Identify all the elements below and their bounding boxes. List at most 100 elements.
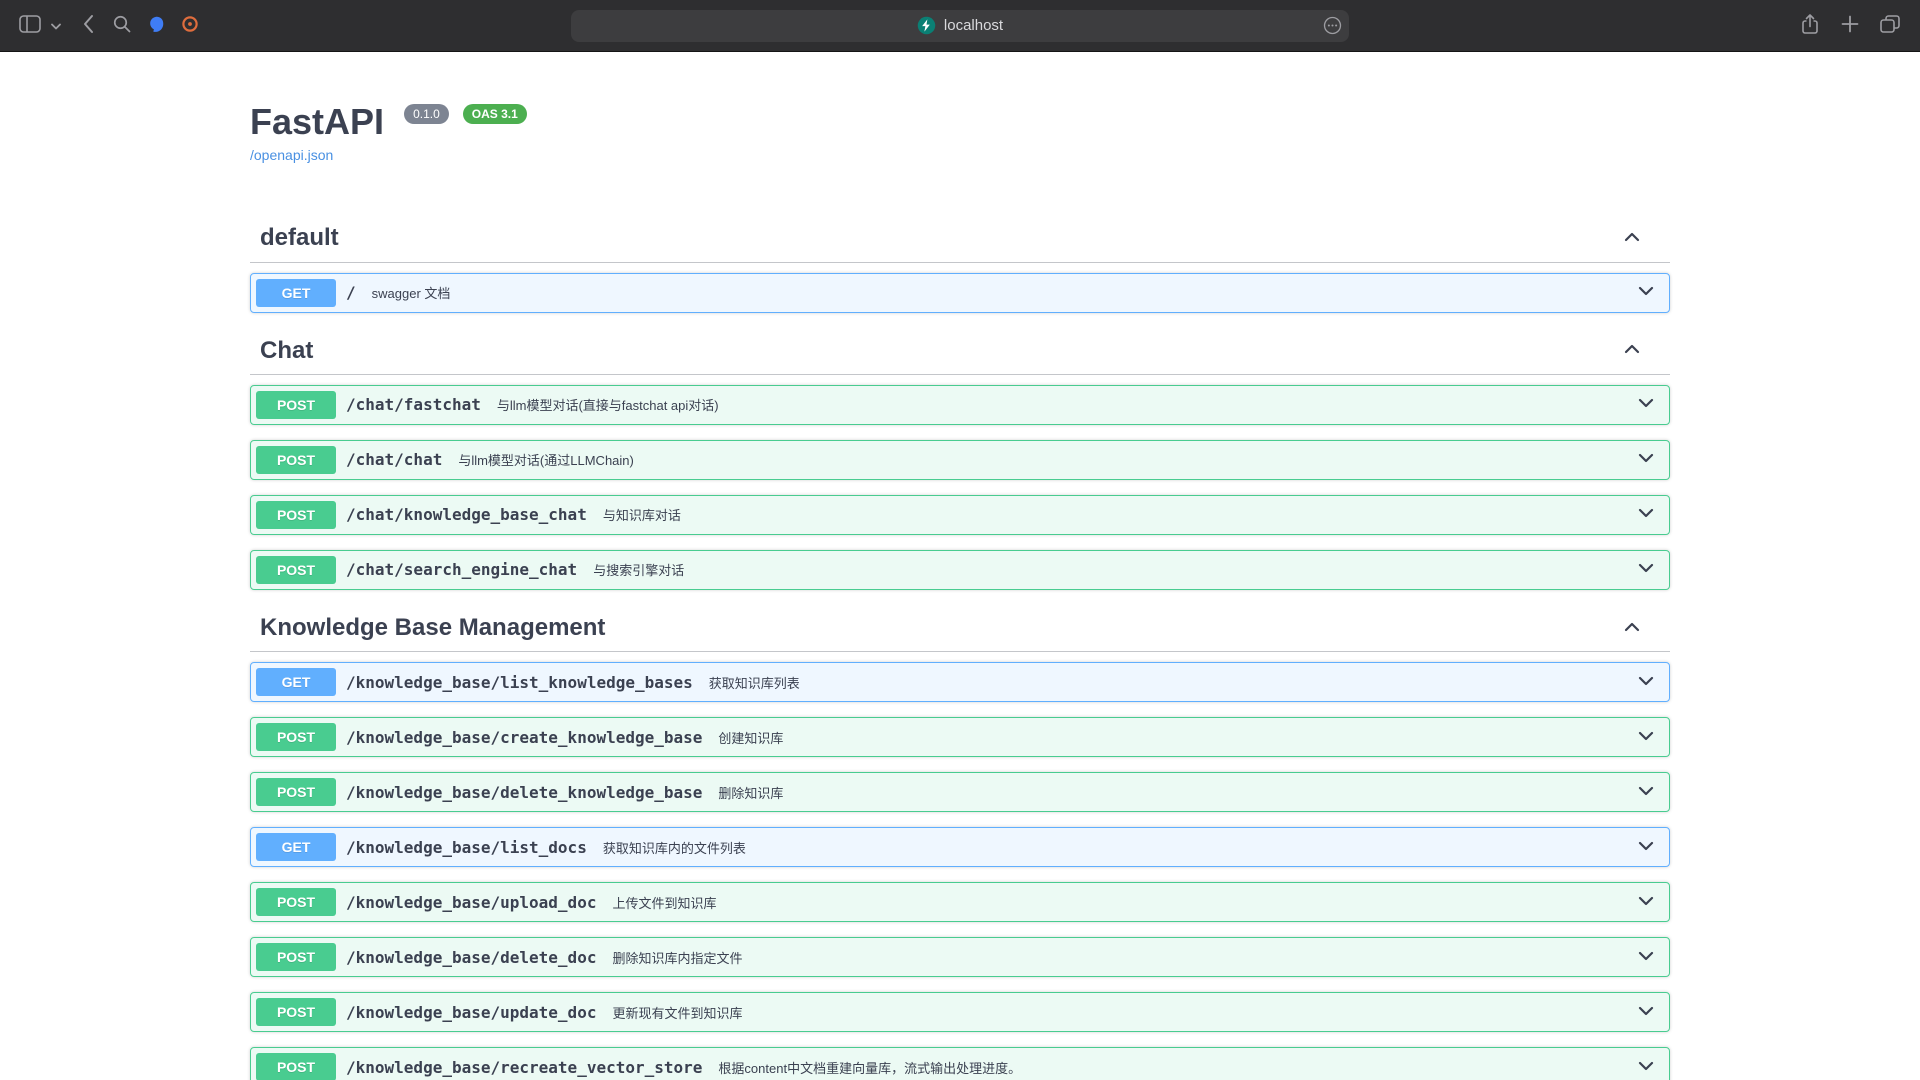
operation-list: GET / swagger 文档 <box>250 273 1670 313</box>
operation-description: 删除知识库内指定文件 <box>606 948 1636 967</box>
section-title: Knowledge Base Management <box>260 615 605 641</box>
operation-summary[interactable]: POST /chat/knowledge_base_chat 与知识库对话 <box>251 496 1669 534</box>
operation-row[interactable]: POST /chat/knowledge_base_chat 与知识库对话 <box>250 495 1670 535</box>
operation-summary[interactable]: GET /knowledge_base/list_docs 获取知识库内的文件列… <box>251 828 1669 866</box>
expand-operation-button[interactable] <box>1636 1056 1664 1079</box>
operation-summary[interactable]: GET / swagger 文档 <box>251 274 1669 312</box>
operation-row[interactable]: POST /knowledge_base/upload_doc 上传文件到知识库 <box>250 882 1670 922</box>
search-icon <box>112 14 132 37</box>
operation-path: /knowledge_base/delete_knowledge_base <box>336 783 712 802</box>
operation-row[interactable]: POST /knowledge_base/update_doc 更新现有文件到知… <box>250 992 1670 1032</box>
method-badge: POST <box>256 556 336 584</box>
page-title: FastAPI 0.1.0 OAS 3.1 <box>250 100 1670 143</box>
method-badge: POST <box>256 943 336 971</box>
chevron-down-icon <box>1636 448 1656 471</box>
expand-operation-button[interactable] <box>1636 781 1664 804</box>
expand-operation-button[interactable] <box>1636 836 1664 859</box>
operation-summary[interactable]: POST /chat/search_engine_chat 与搜索引擎对话 <box>251 551 1669 589</box>
section-header[interactable]: default <box>250 215 1670 262</box>
operation-path: /chat/search_engine_chat <box>336 560 587 579</box>
chevron-up-icon <box>1622 617 1642 640</box>
extension-orange-button[interactable] <box>174 11 206 41</box>
share-button[interactable] <box>1794 11 1826 41</box>
operation-summary[interactable]: POST /knowledge_base/delete_knowledge_ba… <box>251 773 1669 811</box>
chevron-down-icon <box>1636 891 1656 914</box>
toolbar-left-group <box>14 11 571 41</box>
openapi-spec-link[interactable]: /openapi.json <box>250 147 333 163</box>
extension-blue-icon <box>146 14 166 37</box>
operation-row[interactable]: GET /knowledge_base/list_docs 获取知识库内的文件列… <box>250 827 1670 867</box>
expand-operation-button[interactable] <box>1636 671 1664 694</box>
operation-description: 获取知识库列表 <box>703 673 1636 692</box>
operation-path: /knowledge_base/update_doc <box>336 1003 606 1022</box>
page-content: FastAPI 0.1.0 OAS 3.1 /openapi.json defa… <box>0 52 1920 1080</box>
back-button[interactable] <box>72 11 104 41</box>
operation-summary[interactable]: GET /knowledge_base/list_knowledge_bases… <box>251 663 1669 701</box>
swagger-ui: FastAPI 0.1.0 OAS 3.1 /openapi.json defa… <box>230 100 1690 1080</box>
section-header[interactable]: Knowledge Base Management <box>250 605 1670 652</box>
expand-operation-button[interactable] <box>1636 891 1664 914</box>
operation-summary[interactable]: POST /knowledge_base/recreate_vector_sto… <box>251 1048 1669 1080</box>
operation-path: /chat/chat <box>336 450 452 469</box>
operation-row[interactable]: GET /knowledge_base/list_knowledge_bases… <box>250 662 1670 702</box>
expand-operation-button[interactable] <box>1636 1001 1664 1024</box>
operation-description: 与知识库对话 <box>597 505 1636 524</box>
operation-description: swagger 文档 <box>366 283 1636 302</box>
site-favicon-icon <box>917 16 936 35</box>
chevron-down-icon <box>1636 946 1656 969</box>
operation-path: /knowledge_base/delete_doc <box>336 948 606 967</box>
operation-summary[interactable]: POST /chat/chat 与llm模型对话(通过LLMChain) <box>251 441 1669 479</box>
operation-summary[interactable]: POST /knowledge_base/upload_doc 上传文件到知识库 <box>251 883 1669 921</box>
page-menu-button[interactable] <box>1323 16 1342 38</box>
search-button[interactable] <box>106 11 138 41</box>
operation-path: /chat/knowledge_base_chat <box>336 505 597 524</box>
address-bar[interactable]: localhost <box>571 10 1349 42</box>
operation-path: /chat/fastchat <box>336 395 491 414</box>
operation-path: /knowledge_base/list_knowledge_bases <box>336 673 703 692</box>
collapse-section-button[interactable] <box>1622 617 1650 640</box>
operation-row[interactable]: POST /knowledge_base/delete_knowledge_ba… <box>250 772 1670 812</box>
tab-overview-button[interactable] <box>1874 11 1906 41</box>
operation-row[interactable]: POST /knowledge_base/recreate_vector_sto… <box>250 1047 1670 1080</box>
collapse-section-button[interactable] <box>1622 339 1650 362</box>
operation-row[interactable]: POST /chat/search_engine_chat 与搜索引擎对话 <box>250 550 1670 590</box>
new-tab-button[interactable] <box>1834 11 1866 41</box>
back-icon <box>82 14 94 37</box>
chevron-down-icon <box>1636 671 1656 694</box>
expand-operation-button[interactable] <box>1636 281 1664 304</box>
section-header[interactable]: Chat <box>250 328 1670 375</box>
expand-operation-button[interactable] <box>1636 393 1664 416</box>
operation-summary[interactable]: POST /chat/fastchat 与llm模型对话(直接与fastchat… <box>251 386 1669 424</box>
sidebar-toggle-button[interactable] <box>14 11 46 41</box>
chevron-up-icon <box>1622 227 1642 250</box>
operation-row[interactable]: POST /knowledge_base/delete_doc 删除知识库内指定… <box>250 937 1670 977</box>
operation-row[interactable]: GET / swagger 文档 <box>250 273 1670 313</box>
operation-list: GET /knowledge_base/list_knowledge_bases… <box>250 662 1670 1080</box>
chevron-up-icon <box>1622 339 1642 362</box>
sidebar-menu-button[interactable] <box>48 11 64 41</box>
method-badge: POST <box>256 998 336 1026</box>
operation-path: /knowledge_base/recreate_vector_store <box>336 1058 712 1077</box>
extension-blue-button[interactable] <box>140 11 172 41</box>
method-badge: GET <box>256 279 336 307</box>
method-badge: POST <box>256 501 336 529</box>
expand-operation-button[interactable] <box>1636 726 1664 749</box>
expand-operation-button[interactable] <box>1636 503 1664 526</box>
browser-toolbar: localhost <box>0 0 1920 52</box>
operation-summary[interactable]: POST /knowledge_base/update_doc 更新现有文件到知… <box>251 993 1669 1031</box>
operation-description: 更新现有文件到知识库 <box>606 1003 1636 1022</box>
expand-operation-button[interactable] <box>1636 558 1664 581</box>
operation-path: /knowledge_base/upload_doc <box>336 893 606 912</box>
operation-row[interactable]: POST /chat/chat 与llm模型对话(通过LLMChain) <box>250 440 1670 480</box>
operation-row[interactable]: POST /knowledge_base/create_knowledge_ba… <box>250 717 1670 757</box>
operation-path: / <box>336 283 366 302</box>
operation-row[interactable]: POST /chat/fastchat 与llm模型对话(直接与fastchat… <box>250 385 1670 425</box>
expand-operation-button[interactable] <box>1636 946 1664 969</box>
operation-summary[interactable]: POST /knowledge_base/create_knowledge_ba… <box>251 718 1669 756</box>
expand-operation-button[interactable] <box>1636 448 1664 471</box>
collapse-section-button[interactable] <box>1622 227 1650 250</box>
api-title-text: FastAPI <box>250 101 384 142</box>
chevron-down-icon <box>1636 281 1656 304</box>
operation-summary[interactable]: POST /knowledge_base/delete_doc 删除知识库内指定… <box>251 938 1669 976</box>
sections-root: default GET / swagger 文档 Chat <box>250 215 1670 1080</box>
